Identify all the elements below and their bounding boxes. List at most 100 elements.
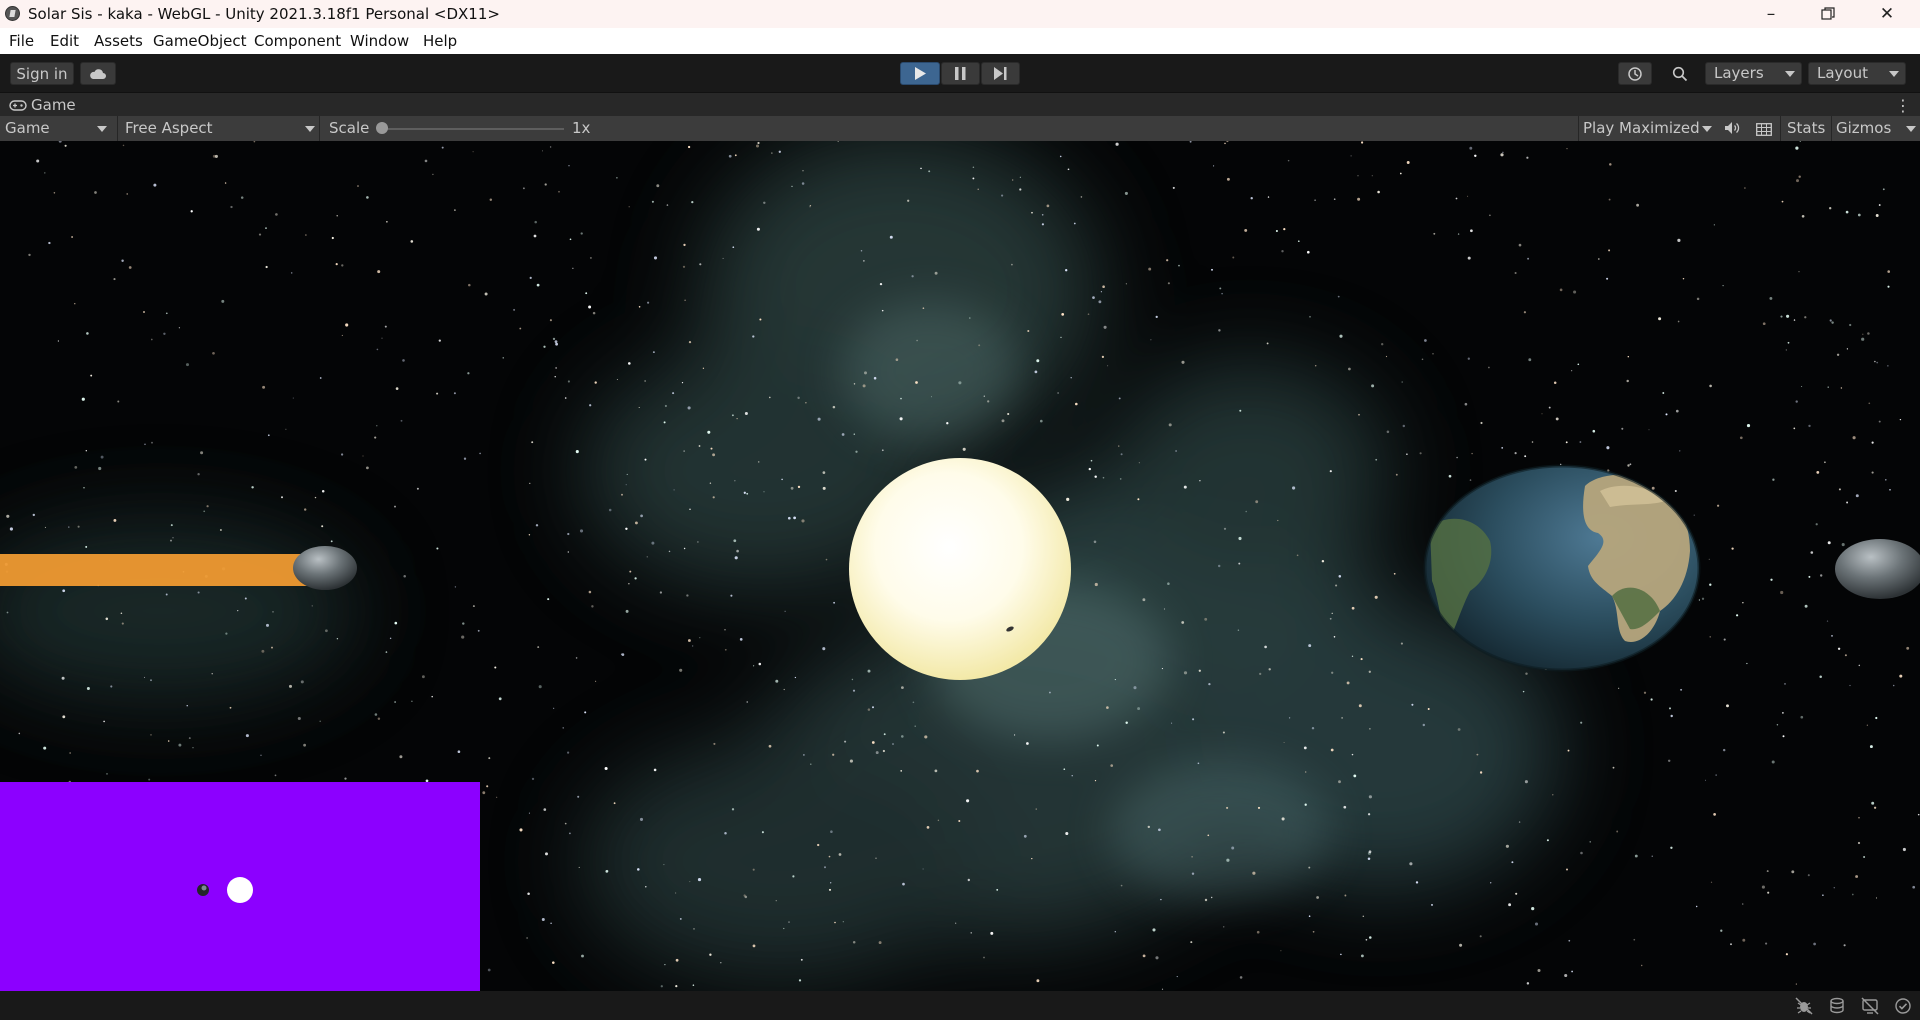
star	[1855, 875, 1859, 878]
sign-in-button[interactable]: Sign in	[10, 62, 74, 85]
star	[1102, 285, 1105, 288]
star	[151, 441, 153, 444]
star	[1559, 288, 1563, 292]
star	[1709, 636, 1711, 638]
star	[1471, 452, 1473, 455]
star	[688, 340, 692, 344]
star	[1239, 409, 1242, 412]
star	[793, 516, 796, 520]
undo-history-button[interactable]	[1618, 62, 1652, 85]
star	[1799, 141, 1802, 142]
pause-button[interactable]	[941, 62, 980, 85]
layout-dropdown[interactable]: Layout	[1808, 62, 1906, 85]
star	[1455, 197, 1458, 200]
sun	[849, 458, 1071, 680]
star	[150, 734, 152, 736]
cloud-button[interactable]	[80, 62, 116, 85]
play-mode-dropdown[interactable]: Play Maximized	[1580, 116, 1712, 141]
game-viewport[interactable]	[0, 141, 1920, 991]
grid-toggle-button[interactable]	[1756, 122, 1772, 140]
menu-assets[interactable]: Assets	[94, 32, 143, 50]
star	[1361, 141, 1364, 144]
star	[647, 301, 650, 304]
star	[1566, 147, 1568, 150]
menu-edit[interactable]: Edit	[50, 32, 79, 50]
star	[562, 727, 564, 729]
star	[377, 717, 381, 720]
star	[878, 941, 882, 945]
network-off-icon[interactable]	[1861, 997, 1879, 1019]
star	[1565, 441, 1568, 444]
star	[1667, 759, 1671, 763]
star	[828, 888, 832, 891]
stats-button[interactable]: Stats	[1787, 119, 1825, 137]
display-dropdown[interactable]: Game	[0, 116, 116, 141]
star	[862, 384, 866, 388]
menu-component[interactable]: Component	[254, 32, 341, 50]
menu-help[interactable]: Help	[423, 32, 457, 50]
debug-icon[interactable]	[1795, 997, 1813, 1019]
tab-game[interactable]: Game	[9, 96, 76, 114]
star	[454, 586, 457, 588]
search-button[interactable]	[1663, 62, 1697, 85]
layers-dropdown[interactable]: Layers	[1705, 62, 1802, 85]
star	[100, 455, 104, 459]
star	[663, 864, 665, 866]
star	[810, 763, 812, 765]
star	[1874, 360, 1876, 363]
minimize-icon[interactable]: –	[1743, 0, 1799, 28]
star	[431, 695, 433, 698]
star	[852, 940, 856, 944]
star	[900, 397, 902, 400]
star	[528, 534, 531, 536]
star	[1709, 583, 1712, 586]
star	[781, 478, 783, 481]
star	[1019, 188, 1022, 191]
star	[105, 617, 109, 621]
scale-slider-track[interactable]	[381, 128, 564, 130]
star	[646, 556, 648, 558]
menu-window[interactable]: Window	[350, 32, 409, 50]
star	[1041, 214, 1044, 216]
star	[468, 283, 471, 287]
star	[664, 404, 667, 408]
star	[698, 445, 701, 447]
star	[1651, 486, 1655, 490]
star	[1093, 540, 1097, 544]
star	[589, 404, 592, 407]
more-options-icon[interactable]: ⋮	[1895, 96, 1911, 115]
close-icon[interactable]: ✕	[1859, 0, 1915, 28]
star	[663, 421, 666, 424]
star	[432, 173, 434, 176]
mute-audio-button[interactable]	[1724, 121, 1740, 139]
menu-file[interactable]: File	[9, 32, 34, 50]
star	[319, 720, 321, 722]
star	[167, 740, 170, 742]
star	[1343, 805, 1347, 809]
star	[753, 665, 755, 667]
grid-icon	[1756, 123, 1772, 136]
star	[32, 513, 35, 517]
star	[43, 746, 47, 750]
star	[1807, 874, 1810, 877]
star	[274, 774, 277, 777]
gizmos-dropdown[interactable]: Gizmos	[1833, 116, 1918, 141]
star	[212, 154, 216, 158]
star	[1385, 355, 1388, 358]
cache-server-icon[interactable]	[1828, 997, 1846, 1019]
star	[1034, 370, 1038, 374]
star	[809, 204, 812, 207]
star	[958, 819, 961, 823]
aspect-dropdown[interactable]: Free Aspect	[118, 116, 318, 141]
restore-icon[interactable]	[1800, 0, 1856, 28]
check-circle-icon[interactable]	[1894, 997, 1912, 1019]
menu-gameobject[interactable]: GameObject	[153, 32, 247, 50]
star	[484, 292, 488, 296]
star	[1796, 179, 1799, 183]
step-button[interactable]	[981, 62, 1020, 85]
scale-slider-thumb[interactable]	[376, 122, 388, 134]
star	[1597, 258, 1600, 260]
star	[1675, 409, 1679, 413]
play-button[interactable]	[900, 62, 940, 85]
star	[1514, 452, 1517, 455]
